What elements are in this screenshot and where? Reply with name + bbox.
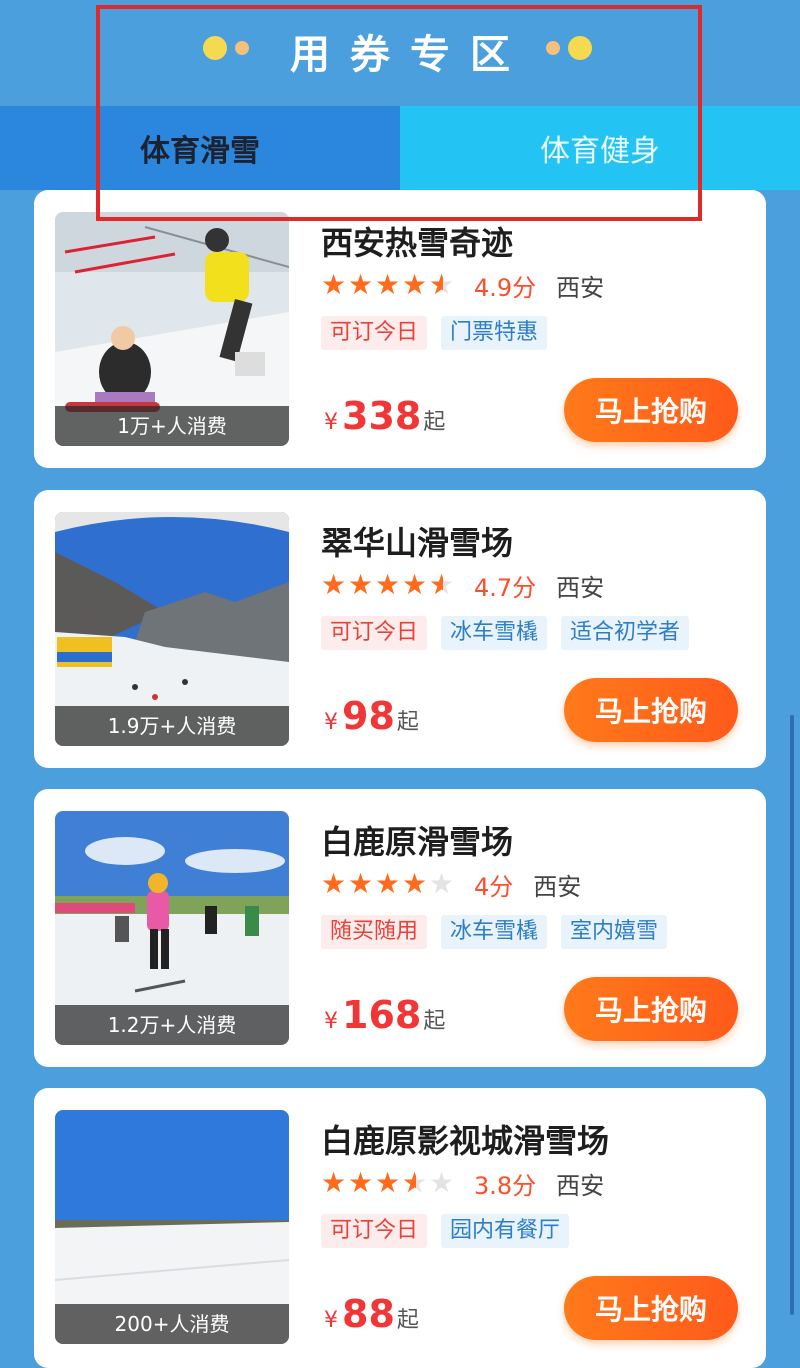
star-icon: ★ <box>348 268 374 301</box>
city-label: 西安 <box>556 1171 605 1200</box>
currency-symbol: ¥ <box>324 710 338 735</box>
venue-title: 白鹿原滑雪场 <box>321 823 514 861</box>
rating-score: 4分 <box>474 872 514 901</box>
star-empty-icon: ★ <box>429 867 455 900</box>
rating-score: 4.7分 <box>474 573 537 602</box>
venue-thumbnail[interactable]: 200+人消费 <box>55 1110 289 1344</box>
rating-score: 4.9分 <box>474 273 537 302</box>
star-rating: ★ ★ ★ ★ ★ <box>321 1166 456 1199</box>
star-half-icon: ★ <box>402 1169 429 1198</box>
star-icon: ★ <box>402 568 428 601</box>
tag-list: 可订今日 冰车雪橇 适合初学者 <box>321 616 690 650</box>
star-icon: ★ <box>402 268 428 301</box>
tag-list: 可订今日 门票特惠 <box>321 316 548 350</box>
consumer-count: 1万+人消费 <box>55 406 289 446</box>
star-icon: ★ <box>321 1166 347 1199</box>
city-label: 西安 <box>556 573 605 602</box>
rating-score: 3.8分 <box>474 1171 537 1200</box>
currency-symbol: ¥ <box>324 1308 338 1333</box>
venue-card[interactable]: 1万+人消费 西安热雪奇迹 ★ ★ ★ ★ ★ 4.9分 西安 可订今日 门票特… <box>34 190 766 468</box>
tag: 可订今日 <box>321 316 428 350</box>
star-icon: ★ <box>321 568 347 601</box>
venue-card[interactable]: 1.9万+人消费 翠华山滑雪场 ★ ★ ★ ★ ★ 4.7分 西安 可订今日 冰… <box>34 490 766 768</box>
star-icon: ★ <box>402 867 428 900</box>
tag-list: 随买随用 冰车雪橇 室内嬉雪 <box>321 915 668 949</box>
star-icon: ★ <box>348 1166 374 1199</box>
price-value: 338 <box>342 394 422 438</box>
page-title: 用券专区 <box>290 32 530 78</box>
tag: 适合初学者 <box>561 616 690 650</box>
star-icon: ★ <box>375 867 401 900</box>
rating-row: ★ ★ ★ ★ ★ 3.8分 西安 <box>321 1166 604 1200</box>
tab-fitness[interactable]: 体育健身 <box>400 106 800 190</box>
tag: 冰车雪橇 <box>441 616 548 650</box>
consumer-count: 1.2万+人消费 <box>55 1005 289 1045</box>
venue-card[interactable]: 1.2万+人消费 白鹿原滑雪场 ★ ★ ★ ★ ★ 4分 西安 随买随用 冰车雪… <box>34 789 766 1067</box>
consumer-count: 1.9万+人消费 <box>55 706 289 746</box>
promo-header: 用券专区 <box>0 0 800 106</box>
buy-now-button[interactable]: 马上抢购 <box>564 378 738 442</box>
tag: 园内有餐厅 <box>441 1214 570 1248</box>
star-icon: ★ <box>375 1166 401 1199</box>
buy-now-button[interactable]: 马上抢购 <box>564 977 738 1041</box>
category-tabs: 体育滑雪 体育健身 <box>0 106 800 190</box>
tag: 门票特惠 <box>441 316 548 350</box>
tag: 冰车雪橇 <box>441 915 548 949</box>
price-value: 98 <box>342 694 395 738</box>
scrollbar[interactable] <box>790 715 794 1315</box>
star-rating: ★ ★ ★ ★ ★ <box>321 870 456 898</box>
star-icon: ★ <box>348 867 374 900</box>
tag-list: 可订今日 园内有餐厅 <box>321 1214 570 1248</box>
star-empty-icon: ★ <box>429 1166 455 1199</box>
buy-now-button[interactable]: 马上抢购 <box>564 1276 738 1340</box>
venue-card[interactable]: 200+人消费 白鹿原影视城滑雪场 ★ ★ ★ ★ ★ 3.8分 西安 可订今日… <box>34 1088 766 1368</box>
price-suffix: 起 <box>423 1009 446 1034</box>
star-icon: ★ <box>375 268 401 301</box>
star-half-icon: ★ <box>429 571 456 600</box>
price-value: 168 <box>342 993 422 1037</box>
star-icon: ★ <box>321 268 347 301</box>
city-label: 西安 <box>533 872 582 901</box>
price-suffix: 起 <box>396 1308 419 1333</box>
star-rating: ★ ★ ★ ★ ★ <box>321 568 456 601</box>
buy-now-button[interactable]: 马上抢购 <box>564 678 738 742</box>
price: ¥ 88 起 <box>324 1292 419 1336</box>
decor-dots-right-icon <box>546 36 596 60</box>
star-half-icon: ★ <box>429 271 456 300</box>
price: ¥ 98 起 <box>324 694 419 738</box>
tab-ski[interactable]: 体育滑雪 <box>0 106 400 190</box>
price-value: 88 <box>342 1292 395 1336</box>
rating-row: ★ ★ ★ ★ ★ 4.7分 西安 <box>321 568 604 602</box>
consumer-count: 200+人消费 <box>55 1304 289 1344</box>
star-rating: ★ ★ ★ ★ ★ <box>321 268 456 301</box>
venue-title: 白鹿原影视城滑雪场 <box>321 1122 610 1160</box>
venue-thumbnail[interactable]: 1万+人消费 <box>55 212 289 446</box>
price: ¥ 168 起 <box>324 993 445 1037</box>
star-icon: ★ <box>375 568 401 601</box>
currency-symbol: ¥ <box>324 410 338 435</box>
city-label: 西安 <box>556 273 605 302</box>
star-icon: ★ <box>321 867 347 900</box>
price-suffix: 起 <box>396 710 419 735</box>
venue-title: 西安热雪奇迹 <box>321 224 514 262</box>
tag: 随买随用 <box>321 915 428 949</box>
tag: 室内嬉雪 <box>561 915 668 949</box>
venue-title: 翠华山滑雪场 <box>321 524 514 562</box>
star-icon: ★ <box>348 568 374 601</box>
price: ¥ 338 起 <box>324 394 445 438</box>
venue-thumbnail[interactable]: 1.9万+人消费 <box>55 512 289 746</box>
venue-thumbnail[interactable]: 1.2万+人消费 <box>55 811 289 1045</box>
tag: 可订今日 <box>321 1214 428 1248</box>
rating-row: ★ ★ ★ ★ ★ 4.9分 西安 <box>321 268 604 302</box>
currency-symbol: ¥ <box>324 1009 338 1034</box>
price-suffix: 起 <box>423 410 446 435</box>
tag: 可订今日 <box>321 616 428 650</box>
rating-row: ★ ★ ★ ★ ★ 4分 西安 <box>321 867 581 901</box>
